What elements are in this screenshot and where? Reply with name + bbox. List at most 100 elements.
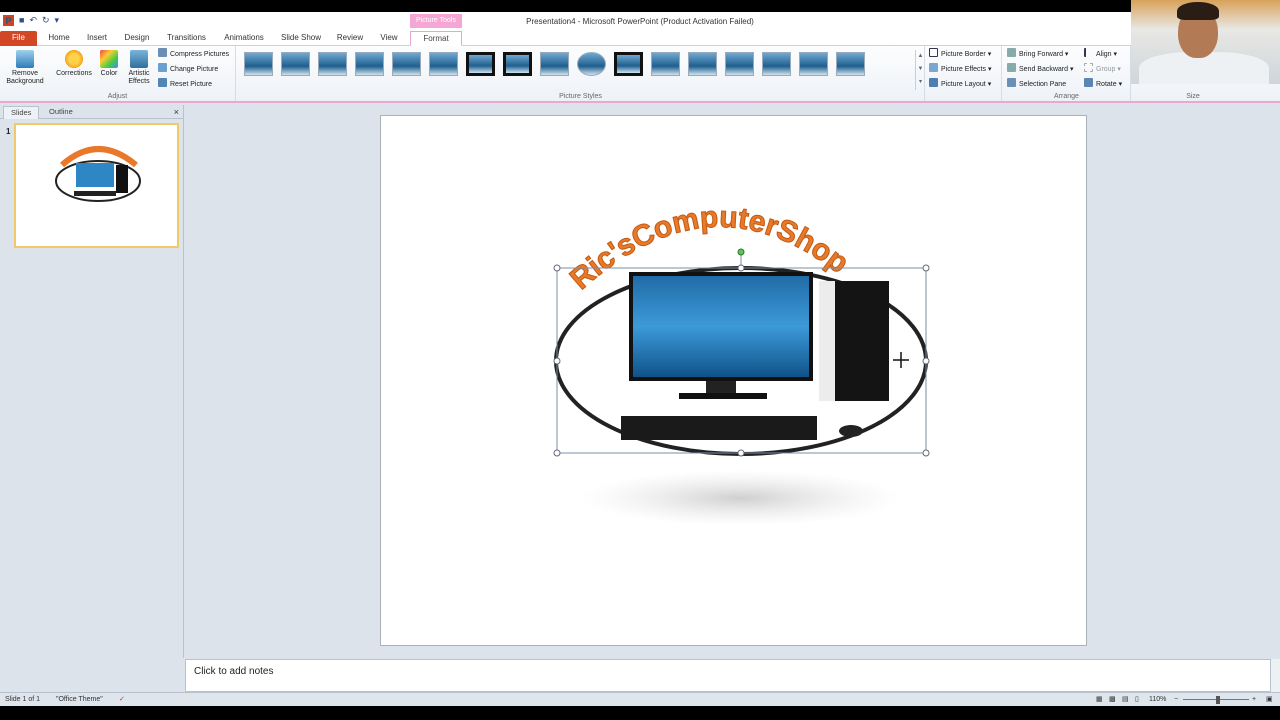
zoom-level[interactable]: 110%: [1149, 693, 1166, 706]
send-backward-icon: [1007, 63, 1016, 72]
picture-style-thumb[interactable]: [762, 52, 791, 76]
zoom-in-icon[interactable]: +: [1252, 693, 1256, 706]
spell-check-icon[interactable]: ✓: [119, 693, 125, 706]
theme-name: "Office Theme": [56, 696, 103, 703]
notes-pane[interactable]: Click to add notes: [185, 659, 1271, 692]
resize-handle[interactable]: [922, 264, 930, 272]
slide-thumbnail[interactable]: [14, 123, 179, 248]
picture-style-thumb[interactable]: [355, 52, 384, 76]
picture-style-thumb[interactable]: [540, 52, 569, 76]
undo-icon[interactable]: ↶: [29, 14, 37, 26]
picture-style-thumb[interactable]: [429, 52, 458, 76]
picture-style-thumb[interactable]: [318, 52, 347, 76]
picture-effects-button[interactable]: Picture Effects ▾: [929, 63, 991, 75]
mouse: [839, 425, 863, 437]
tab-view[interactable]: View: [375, 31, 403, 46]
customize-qat-icon[interactable]: ▾: [55, 14, 60, 26]
color-icon: [100, 50, 118, 68]
tab-review[interactable]: Review: [334, 31, 366, 46]
resize-handle[interactable]: [553, 449, 561, 457]
reading-view-icon[interactable]: ▤: [1122, 693, 1129, 706]
gallery-up-icon[interactable]: ▲: [916, 50, 925, 63]
picture-style-thumb[interactable]: [688, 52, 717, 76]
rotate-button[interactable]: Rotate ▾: [1084, 78, 1122, 90]
artistic-effects-button[interactable]: Artistic Effects: [122, 50, 156, 86]
tab-animations[interactable]: Animations: [220, 31, 268, 46]
resize-handle[interactable]: [553, 357, 561, 365]
tab-design[interactable]: Design: [121, 31, 153, 46]
tab-transitions[interactable]: Transitions: [162, 31, 211, 46]
remove-background-button[interactable]: Remove Background: [3, 50, 47, 86]
resize-handle[interactable]: [737, 449, 745, 457]
picture-style-thumb[interactable]: [725, 52, 754, 76]
picture-style-thumb[interactable]: [466, 52, 495, 76]
corrections-icon: [65, 50, 83, 68]
resize-handle[interactable]: [737, 264, 745, 272]
rotation-handle[interactable]: [737, 248, 745, 256]
tab-format[interactable]: Format: [410, 31, 462, 46]
resize-handle[interactable]: [922, 449, 930, 457]
keyboard: [621, 416, 817, 440]
rotate-icon: [1084, 78, 1093, 87]
fit-slide-icon[interactable]: ▣: [1266, 693, 1273, 706]
tab-outline[interactable]: Outline: [42, 106, 80, 119]
selection-pane-button[interactable]: Selection Pane: [1007, 78, 1066, 90]
picture-border-button[interactable]: Picture Border ▾: [929, 48, 991, 60]
redo-icon[interactable]: ↻: [42, 14, 50, 26]
picture-layout-button[interactable]: Picture Layout ▾: [929, 78, 991, 90]
picture-tools-label: Picture Tools: [410, 14, 462, 28]
normal-view-icon[interactable]: ▦: [1096, 693, 1103, 706]
gallery-down-icon[interactable]: ▼: [916, 63, 925, 76]
picture-style-thumb[interactable]: [503, 52, 532, 76]
remove-background-icon: [16, 50, 34, 68]
gallery-scroll[interactable]: ▲ ▼ ▾: [915, 50, 925, 90]
slides-pane: Slides Outline × 1: [0, 105, 184, 658]
compress-icon: [158, 48, 167, 57]
tab-file[interactable]: File: [0, 31, 37, 46]
ribbon: Remove Background Corrections Color Arti…: [0, 46, 1280, 103]
slide-canvas[interactable]: Ric'sComputerShop: [380, 115, 1087, 646]
zoom-out-icon[interactable]: −: [1174, 693, 1178, 706]
group-button[interactable]: Group ▾: [1084, 63, 1121, 75]
monitor-stand: [706, 381, 736, 393]
resize-handle[interactable]: [553, 264, 561, 272]
color-button[interactable]: Color: [98, 50, 120, 78]
tab-home[interactable]: Home: [44, 31, 74, 46]
picture-style-thumb[interactable]: [281, 52, 310, 76]
corrections-button[interactable]: Corrections: [52, 50, 96, 78]
picture-effects-icon: [929, 63, 938, 72]
reset-picture-button[interactable]: Reset Picture: [158, 78, 212, 90]
picture-style-thumb[interactable]: [651, 52, 680, 76]
send-backward-button[interactable]: Send Backward ▾: [1007, 63, 1074, 75]
slide-info: Slide 1 of 1: [5, 696, 41, 703]
save-icon[interactable]: ■: [19, 14, 24, 26]
align-button[interactable]: Align ▾: [1084, 48, 1117, 60]
slide-thumbnail-graphic: [55, 146, 141, 202]
zoom-slider-knob[interactable]: [1216, 696, 1220, 704]
slide-graphics: Ric'sComputerShop: [553, 200, 930, 526]
bring-forward-button[interactable]: Bring Forward ▾: [1007, 48, 1068, 60]
picture-style-thumb[interactable]: [614, 52, 643, 76]
picture-styles-label: Picture Styles: [559, 93, 602, 100]
monitor-base: [679, 393, 767, 399]
compress-pictures-button[interactable]: Compress Pictures: [158, 48, 229, 60]
tab-slide-show[interactable]: Slide Show: [277, 31, 325, 46]
resize-handle[interactable]: [922, 357, 930, 365]
adjust-group: Remove Background Corrections Color Arti…: [0, 46, 236, 101]
slide-show-icon[interactable]: ▯: [1135, 693, 1139, 706]
tab-slides[interactable]: Slides: [3, 106, 40, 119]
close-pane-icon[interactable]: ×: [174, 107, 179, 117]
picture-style-thumb[interactable]: [836, 52, 865, 76]
picture-style-thumb[interactable]: [799, 52, 828, 76]
picture-style-thumb[interactable]: [577, 52, 606, 76]
tab-insert[interactable]: Insert: [82, 31, 112, 46]
change-picture-button[interactable]: Change Picture: [158, 63, 218, 75]
notes-scrollbar[interactable]: [1271, 659, 1280, 692]
picture-style-thumb[interactable]: [244, 52, 273, 76]
powerpoint-logo-icon[interactable]: P: [3, 14, 14, 26]
artistic-effects-icon: [130, 50, 148, 68]
slide-sorter-icon[interactable]: ▩: [1109, 693, 1116, 706]
picture-style-thumb[interactable]: [392, 52, 421, 76]
gallery-more-icon[interactable]: ▾: [916, 76, 925, 89]
pane-tabs: Slides Outline ×: [0, 105, 184, 119]
